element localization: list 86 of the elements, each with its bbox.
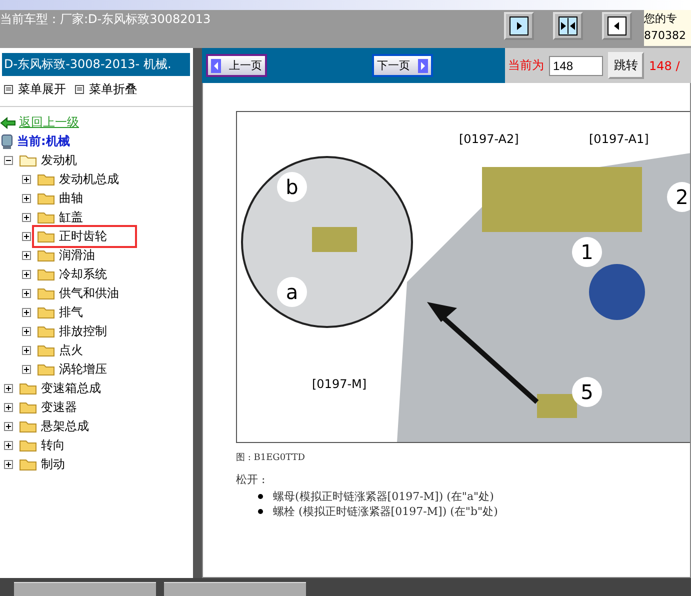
instruction-step: 螺母(模拟正时链涨紧器[0197-M]) (在"a"处) bbox=[273, 489, 494, 504]
expand-icon[interactable] bbox=[22, 232, 31, 241]
layout-right-button[interactable] bbox=[602, 12, 632, 40]
menu-link[interactable]: 菜单折叠 bbox=[89, 81, 137, 98]
tree-item[interactable]: 转向 bbox=[16, 436, 68, 455]
folder-icon bbox=[19, 420, 37, 433]
expand-icon[interactable] bbox=[4, 422, 13, 431]
tree-item[interactable]: 正时齿轮 bbox=[34, 227, 135, 246]
expand-icon[interactable] bbox=[22, 365, 31, 374]
back-link[interactable]: 返回上一级 bbox=[19, 114, 79, 131]
expand-icon[interactable] bbox=[22, 270, 31, 279]
tree-item[interactable]: 供气和供油 bbox=[34, 284, 122, 303]
folder-icon bbox=[37, 268, 55, 281]
notice-text: 您的专 bbox=[644, 11, 678, 27]
bullet-icon bbox=[258, 509, 263, 514]
tree-item[interactable]: 冷却系统 bbox=[34, 265, 110, 284]
manual-title: D-东风标致-3008-2013- 机械. bbox=[2, 53, 190, 76]
folder-icon bbox=[37, 192, 55, 205]
tree-item[interactable]: 缸盖 bbox=[34, 208, 86, 227]
bullet-icon bbox=[258, 494, 263, 499]
arrow-right-icon bbox=[509, 16, 529, 36]
tree-item[interactable]: 悬架总成 bbox=[16, 417, 92, 436]
tree-item[interactable]: 制动 bbox=[16, 455, 68, 474]
page-input-field[interactable]: 148 bbox=[549, 56, 603, 76]
tree-item[interactable]: 变速箱总成 bbox=[16, 379, 104, 398]
folder-icon bbox=[37, 344, 55, 357]
expand-icon[interactable] bbox=[4, 384, 13, 393]
folder-icon bbox=[19, 439, 37, 452]
folder-icon bbox=[37, 249, 55, 262]
list-icon bbox=[4, 85, 13, 94]
current-page-label: 当前为 bbox=[508, 57, 544, 74]
expand-icon[interactable] bbox=[4, 441, 13, 450]
folder-icon bbox=[37, 173, 55, 186]
folder-icon bbox=[37, 230, 55, 243]
folder-icon bbox=[19, 154, 37, 167]
folder-icon bbox=[19, 382, 37, 395]
tree-item[interactable]: 排放控制 bbox=[34, 322, 110, 341]
callout-label: [0197-A2] bbox=[459, 132, 519, 146]
expand-icon[interactable] bbox=[22, 213, 31, 222]
page-total: 148 / bbox=[649, 58, 680, 72]
expand-icon[interactable] bbox=[4, 460, 13, 469]
previous-page-button[interactable]: 上一页 bbox=[206, 54, 267, 77]
tree-item[interactable]: 点火 bbox=[34, 341, 86, 360]
vehicle-label: 当前车型：厂家:D-东风标致30082013 bbox=[0, 11, 212, 28]
arrow-left-icon bbox=[607, 16, 627, 36]
current-label: 当前:机械 bbox=[17, 133, 70, 150]
folder-icon bbox=[19, 458, 37, 471]
left-arrow-icon bbox=[211, 58, 221, 72]
expand-icon[interactable] bbox=[22, 327, 31, 336]
expand-icon[interactable] bbox=[22, 289, 31, 298]
expand-icon[interactable] bbox=[22, 251, 31, 260]
menu-link[interactable]: 菜单展开 bbox=[18, 81, 66, 98]
arrows-inward-icon bbox=[558, 16, 578, 36]
collapse-icon[interactable] bbox=[4, 156, 13, 165]
tree-item[interactable]: 曲轴 bbox=[34, 189, 86, 208]
layout-both-button[interactable] bbox=[553, 12, 583, 40]
tree-item[interactable]: 变速器 bbox=[16, 398, 80, 417]
back-arrow-icon bbox=[0, 116, 16, 128]
callout-label: [0197-A1] bbox=[589, 132, 649, 146]
folder-icon bbox=[37, 325, 55, 338]
tree-item[interactable]: 发动机 bbox=[16, 151, 80, 170]
tree-item[interactable]: 润滑油 bbox=[34, 246, 98, 265]
right-arrow-icon bbox=[418, 58, 428, 72]
folder-icon bbox=[37, 363, 55, 376]
figure-caption: 图 : B1EG0TTD bbox=[236, 452, 306, 464]
folder-icon bbox=[37, 306, 55, 319]
expand-icon[interactable] bbox=[4, 403, 13, 412]
instruction-heading: 松开 : bbox=[236, 472, 266, 487]
expand-icon[interactable] bbox=[22, 346, 31, 355]
callout-label: [0197-M] bbox=[312, 377, 367, 391]
expand-icon[interactable] bbox=[22, 194, 31, 203]
jump-button[interactable]: 跳转 bbox=[608, 52, 644, 79]
tree-item[interactable]: 涡轮增压 bbox=[34, 360, 110, 379]
computer-icon bbox=[0, 134, 14, 150]
layout-left-button[interactable] bbox=[504, 12, 534, 40]
folder-icon bbox=[37, 211, 55, 224]
folder-icon bbox=[19, 401, 37, 414]
expand-icon[interactable] bbox=[22, 308, 31, 317]
next-page-button[interactable]: 下一页 bbox=[372, 54, 433, 77]
instruction-step: 螺栓 (模拟正时链涨紧器[0197-M]) (在"b"处) bbox=[273, 504, 498, 519]
list-icon bbox=[75, 85, 84, 94]
tree-item[interactable]: 发动机总成 bbox=[34, 170, 122, 189]
tree-item[interactable]: 排气 bbox=[34, 303, 86, 322]
folder-icon bbox=[37, 287, 55, 300]
notice-text: 870382 bbox=[644, 28, 687, 44]
expand-icon[interactable] bbox=[22, 175, 31, 184]
